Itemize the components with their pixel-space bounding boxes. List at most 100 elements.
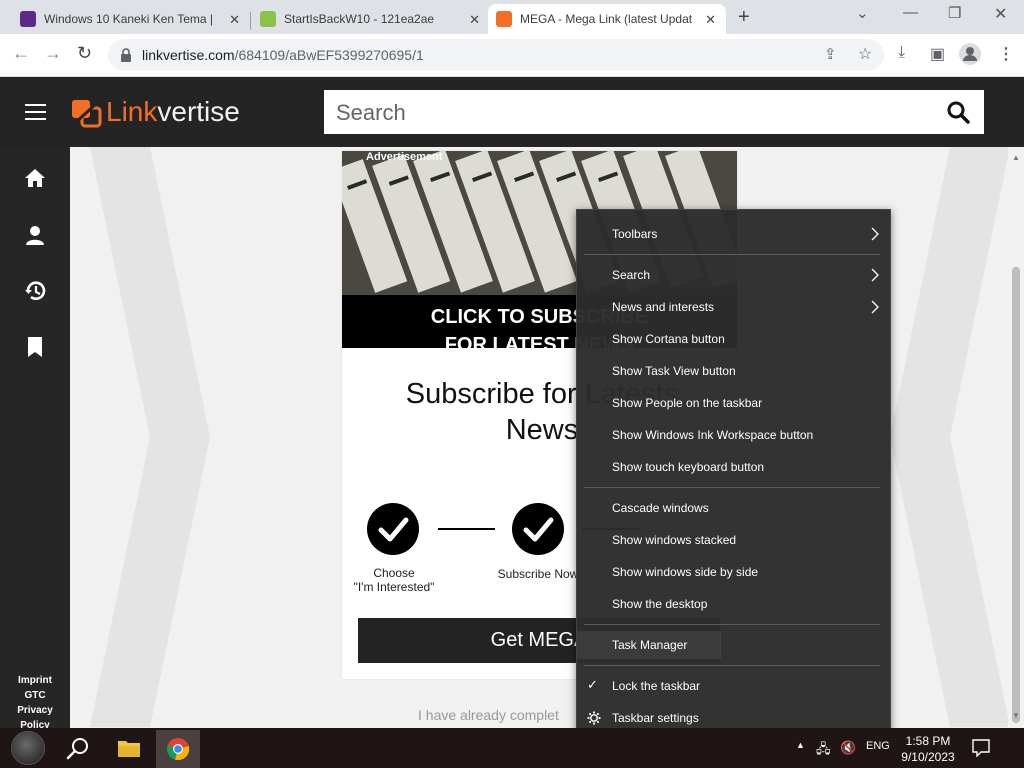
menu-item-show-windows-stacked[interactable]: Show windows stacked	[577, 526, 890, 554]
menu-separator	[584, 254, 880, 255]
menu-item-label: Cascade windows	[612, 501, 709, 515]
taskbar-search-icon[interactable]	[66, 736, 90, 760]
profile-avatar[interactable]	[959, 43, 981, 65]
network-icon[interactable]: 🖧	[816, 740, 831, 762]
system-clock[interactable]: 1:58 PM 9/10/2023	[890, 733, 966, 765]
site-header: Linkvertise	[0, 77, 1024, 147]
menu-item-label: Show Windows Ink Workspace button	[612, 428, 814, 442]
gear-icon	[587, 711, 601, 725]
menu-item-show-people[interactable]: Show People on the taskbar	[577, 389, 890, 417]
new-tab-button[interactable]: +	[738, 6, 750, 29]
gtc-link[interactable]: GTC	[0, 688, 70, 703]
privacy-link[interactable]: Privacy	[0, 703, 70, 718]
tab-title: Windows 10 Kaneki Ken Tema | D	[44, 12, 216, 26]
window-close-button[interactable]: ✕	[994, 4, 1007, 24]
share-icon[interactable]: ⇪	[824, 45, 837, 63]
folder-icon	[118, 741, 140, 757]
home-icon[interactable]	[24, 167, 46, 189]
url-path: /684109/aBwEF5399270695/1	[234, 47, 424, 63]
tab-startisback[interactable]: StartIsBackW10 - 121ea2ae ✕	[252, 4, 490, 34]
clock-time: 1:58 PM	[905, 734, 951, 748]
taskbar-file-explorer[interactable]	[107, 730, 151, 768]
step-1-check-icon	[367, 503, 419, 555]
reload-button[interactable]: ↻	[77, 43, 92, 64]
notifications-icon[interactable]	[972, 739, 990, 757]
menu-item-toolbars[interactable]: Toolbars	[577, 220, 890, 248]
menu-separator	[584, 624, 880, 625]
menu-separator	[584, 665, 880, 666]
kebab-menu-icon[interactable]: ⋮	[998, 44, 1014, 64]
tab-title: StartIsBackW10 - 121ea2ae	[284, 12, 435, 26]
menu-item-show-desktop[interactable]: Show the desktop	[577, 590, 890, 618]
step-1-label: Choose "I'm Interested"	[338, 566, 450, 594]
taskbar-chrome[interactable]	[156, 730, 200, 768]
menu-item-label: Show touch keyboard button	[612, 460, 765, 474]
minimize-button[interactable]: —	[903, 4, 918, 21]
forward-button[interactable]: →	[44, 43, 62, 64]
bookmark-star-icon[interactable]: ☆	[858, 44, 872, 64]
site-search-input[interactable]	[334, 98, 918, 128]
user-icon[interactable]	[24, 224, 46, 246]
show-hidden-icons[interactable]: ▲	[796, 740, 805, 750]
menu-item-task-manager[interactable]: Task Manager	[577, 631, 721, 659]
menu-item-show-cortana-button[interactable]: Show Cortana button	[577, 325, 890, 353]
tab-kaneki[interactable]: Windows 10 Kaneki Ken Tema | D ✕	[12, 4, 250, 34]
brand-name[interactable]: Linkvertise	[106, 96, 240, 128]
advertisement-label: Advertisement	[366, 151, 443, 163]
start-button-icon[interactable]	[11, 731, 45, 765]
linkvertise-logo-icon[interactable]	[70, 98, 102, 128]
close-icon[interactable]: ✕	[705, 12, 716, 28]
page-scrollbar[interactable]: ▲ ▼	[1008, 147, 1024, 728]
step-1-label-line1: Choose	[373, 566, 415, 580]
menu-item-show-task-view-button[interactable]: Show Task View button	[577, 357, 890, 385]
menu-item-cascade-windows[interactable]: Cascade windows	[577, 494, 890, 522]
language-indicator[interactable]: ENG	[866, 740, 890, 752]
menu-item-show-ink-workspace[interactable]: Show Windows Ink Workspace button	[577, 421, 890, 449]
scroll-down-icon[interactable]: ▼	[1012, 711, 1020, 720]
tab-search-icon[interactable]: ⌄	[856, 4, 869, 22]
menu-item-label: Task Manager	[612, 638, 688, 652]
menu-item-lock-taskbar[interactable]: ✓ Lock the taskbar	[577, 672, 890, 700]
menu-item-label: Show the desktop	[612, 597, 708, 611]
step-connector	[438, 528, 495, 530]
tab-strip: Windows 10 Kaneki Ken Tema | D ✕ StartIs…	[0, 0, 1024, 34]
imprint-link[interactable]: Imprint	[0, 673, 70, 688]
menu-item-label: Toolbars	[612, 227, 658, 241]
address-bar[interactable]: linkvertise.com/684109/aBwEF5399270695/1…	[108, 39, 884, 71]
hamburger-menu-icon[interactable]	[25, 104, 46, 125]
restore-button[interactable]: ❐	[948, 4, 961, 22]
back-button[interactable]: ←	[12, 43, 30, 64]
scrollbar-thumb[interactable]	[1012, 267, 1020, 723]
already-completed-link[interactable]: I have already complet	[418, 707, 559, 723]
menu-item-show-touch-keyboard[interactable]: Show touch keyboard button	[577, 453, 890, 481]
menu-separator	[584, 487, 880, 488]
history-icon[interactable]	[24, 280, 46, 302]
site-search-box	[324, 90, 984, 134]
chevron-right-icon	[871, 300, 879, 314]
menu-item-label: Search	[612, 268, 651, 282]
menu-item-search[interactable]: Search	[577, 261, 890, 289]
close-icon[interactable]: ✕	[229, 12, 240, 28]
site-sidebar: Imprint GTC Privacy Policy	[0, 147, 70, 731]
download-icon[interactable]: ⤓	[898, 44, 905, 62]
brand-part-vertise: vertise	[157, 96, 240, 127]
tab-mega[interactable]: MEGA - Mega Link (latest Update ✕	[488, 4, 726, 34]
menu-item-show-windows-side-by-side[interactable]: Show windows side by side	[577, 558, 890, 586]
close-icon[interactable]: ✕	[469, 12, 480, 28]
side-panel-icon[interactable]: ▣	[930, 44, 945, 64]
volume-muted-icon[interactable]: 🔇	[840, 740, 856, 756]
person-icon	[963, 47, 977, 61]
tab-favicon-icon	[496, 11, 512, 27]
search-icon[interactable]	[946, 100, 970, 124]
chevron-right-icon	[871, 268, 879, 282]
scroll-up-icon[interactable]: ▲	[1012, 153, 1020, 162]
background-chevron-left	[90, 147, 210, 727]
menu-item-label: Show People on the taskbar	[612, 396, 763, 410]
url-host: linkvertise.com	[142, 47, 235, 63]
menu-item-news-and-interests[interactable]: News and interests	[577, 293, 890, 321]
menu-item-label: Show windows stacked	[612, 533, 737, 547]
bookmark-icon[interactable]	[24, 336, 46, 358]
footer-links: Imprint GTC Privacy Policy	[0, 673, 70, 733]
step-2-check-icon	[512, 503, 564, 555]
tab-title: MEGA - Mega Link (latest Update	[520, 12, 692, 26]
